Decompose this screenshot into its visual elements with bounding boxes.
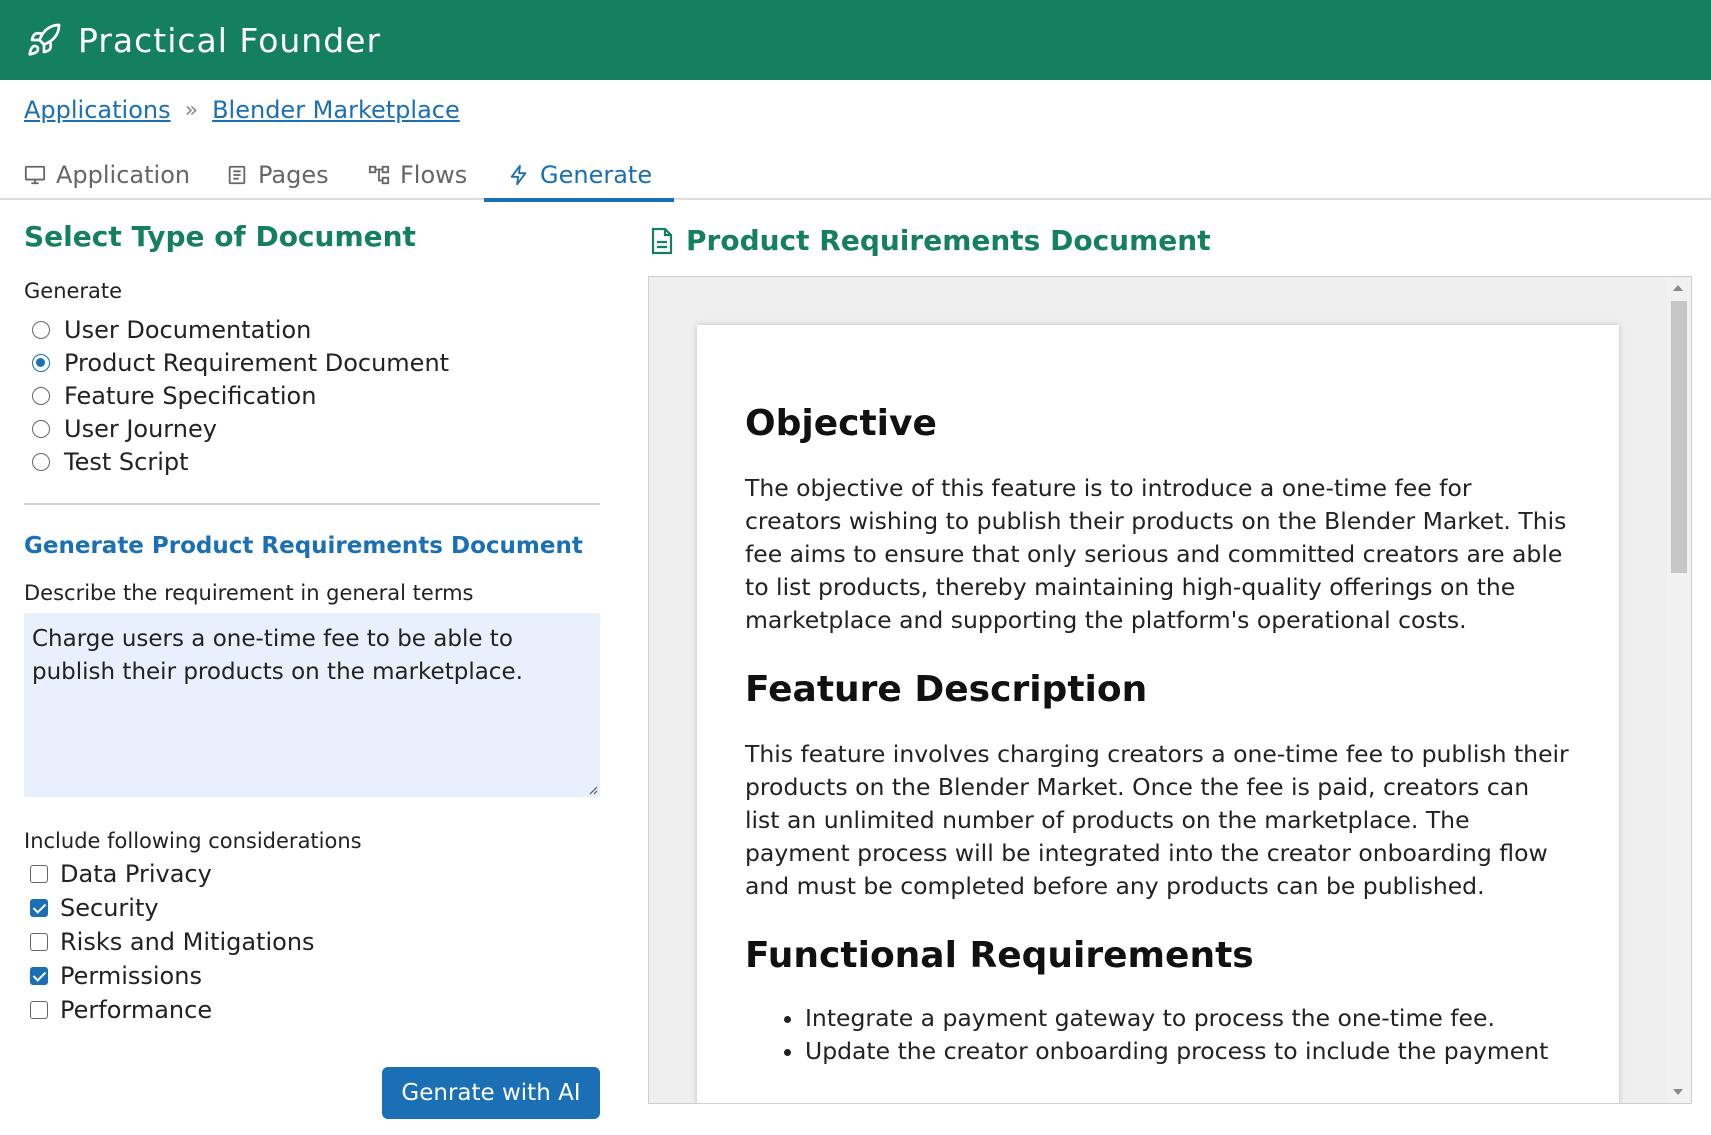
- doc-type-radio-group: User Documentation Product Requirement D…: [24, 313, 600, 478]
- monitor-icon: [24, 165, 46, 185]
- resize-grip-icon[interactable]: [586, 783, 598, 795]
- scroll-up-arrow-icon[interactable]: [1673, 285, 1683, 291]
- radio-label: User Documentation: [64, 315, 312, 344]
- document-options-panel: Select Type of Document Generate User Do…: [24, 220, 600, 1119]
- checkbox-label: Permissions: [60, 962, 202, 990]
- checkbox-checked[interactable]: [30, 967, 48, 985]
- flow-diagram-icon: [368, 165, 390, 185]
- checkbox-performance[interactable]: Performance: [24, 993, 600, 1027]
- list-item: Update the creator onboarding process to…: [805, 1035, 1571, 1068]
- generate-with-ai-button[interactable]: Genrate with AI: [382, 1067, 600, 1119]
- rocket-icon: [22, 18, 66, 62]
- document-list-icon: [228, 165, 246, 185]
- checkbox-risks-and-mitigations[interactable]: Risks and Mitigations: [24, 925, 600, 959]
- prd-title: Product Requirements Document: [686, 224, 1211, 257]
- checkbox-label: Risks and Mitigations: [60, 928, 315, 956]
- checkbox-permissions[interactable]: Permissions: [24, 959, 600, 993]
- tab-flows-label: Flows: [400, 161, 468, 189]
- tab-pages[interactable]: Pages: [226, 150, 329, 200]
- checkbox[interactable]: [30, 933, 48, 951]
- top-bar: Practical Founder: [0, 0, 1711, 80]
- vertical-scrollbar[interactable]: [1667, 277, 1691, 1103]
- tab-flows[interactable]: Flows: [368, 150, 467, 200]
- radio-test-script[interactable]: Test Script: [24, 445, 600, 478]
- document-viewer[interactable]: Objective The objective of this feature …: [648, 276, 1692, 1104]
- radio-label: Product Requirement Document: [64, 348, 450, 377]
- tab-application[interactable]: Application: [24, 150, 190, 200]
- radio-button[interactable]: [32, 452, 50, 471]
- radio-button[interactable]: [32, 320, 50, 339]
- tab-application-label: Application: [56, 161, 191, 189]
- tab-generate-label: Generate: [540, 161, 653, 189]
- radio-feature-specification[interactable]: Feature Specification: [24, 379, 600, 412]
- objective-paragraph: The objective of this feature is to intr…: [745, 474, 1567, 634]
- breadcrumb-blender-marketplace-link[interactable]: Blender Marketplace: [212, 96, 460, 124]
- checkbox-label: Performance: [60, 996, 213, 1024]
- checkbox[interactable]: [30, 865, 48, 883]
- list-item: Integrate a payment gateway to process t…: [805, 1002, 1571, 1035]
- app-title: Practical Founder: [78, 20, 382, 60]
- tab-generate[interactable]: Generate: [483, 150, 675, 202]
- radio-product-requirement-document[interactable]: Product Requirement Document: [24, 346, 600, 379]
- checkbox-checked[interactable]: [30, 899, 48, 917]
- radio-label: Test Script: [64, 447, 189, 476]
- radio-button-selected[interactable]: [32, 353, 50, 372]
- lightning-icon: [510, 164, 527, 186]
- functional-requirements-heading: Functional Requirements: [745, 935, 1254, 976]
- describe-requirement-label: Describe the requirement in general term…: [24, 581, 474, 605]
- generate-label: Generate: [24, 279, 123, 303]
- select-type-heading: Select Type of Document: [24, 220, 416, 253]
- radio-user-journey[interactable]: User Journey: [24, 412, 600, 445]
- objective-heading: Objective: [745, 403, 937, 444]
- checkbox-security[interactable]: Security: [24, 891, 600, 925]
- checkbox[interactable]: [30, 1001, 48, 1019]
- radio-button[interactable]: [32, 419, 50, 438]
- radio-label: User Journey: [64, 414, 217, 443]
- tab-pages-label: Pages: [258, 161, 329, 189]
- document-title-bar: Product Requirements Document: [650, 224, 1211, 257]
- scroll-down-arrow-icon[interactable]: [1673, 1089, 1683, 1095]
- tab-bar: Application Pages Flows Generate: [0, 150, 1711, 202]
- feature-description-paragraph: This feature involves charging creators …: [745, 740, 1569, 900]
- considerations-checkbox-group: Data Privacy Security Risks and Mitigati…: [24, 857, 600, 1027]
- considerations-label: Include following considerations: [24, 829, 362, 853]
- section-divider: [24, 503, 600, 505]
- radio-label: Feature Specification: [64, 381, 317, 410]
- breadcrumb-separator: »: [184, 97, 199, 123]
- checkbox-label: Security: [60, 894, 159, 922]
- breadcrumb: Applications » Blender Marketplace: [24, 96, 460, 124]
- document-page: Objective The objective of this feature …: [697, 325, 1619, 1103]
- breadcrumb-applications-link[interactable]: Applications: [24, 96, 171, 124]
- radio-user-documentation[interactable]: User Documentation: [24, 313, 600, 346]
- document-icon: [651, 227, 673, 254]
- checkbox-data-privacy[interactable]: Data Privacy: [24, 857, 600, 891]
- generate-prd-heading: Generate Product Requirements Document: [24, 533, 583, 559]
- scrollbar-thumb[interactable]: [1671, 301, 1687, 573]
- requirement-text: Charge users a one-time fee to be able t…: [32, 626, 523, 685]
- radio-button[interactable]: [32, 386, 50, 405]
- checkbox-label: Data Privacy: [60, 860, 212, 888]
- feature-description-heading: Feature Description: [745, 669, 1148, 710]
- functional-requirements-list: Integrate a payment gateway to process t…: [745, 1002, 1571, 1068]
- requirement-textarea[interactable]: Charge users a one-time fee to be able t…: [24, 613, 600, 797]
